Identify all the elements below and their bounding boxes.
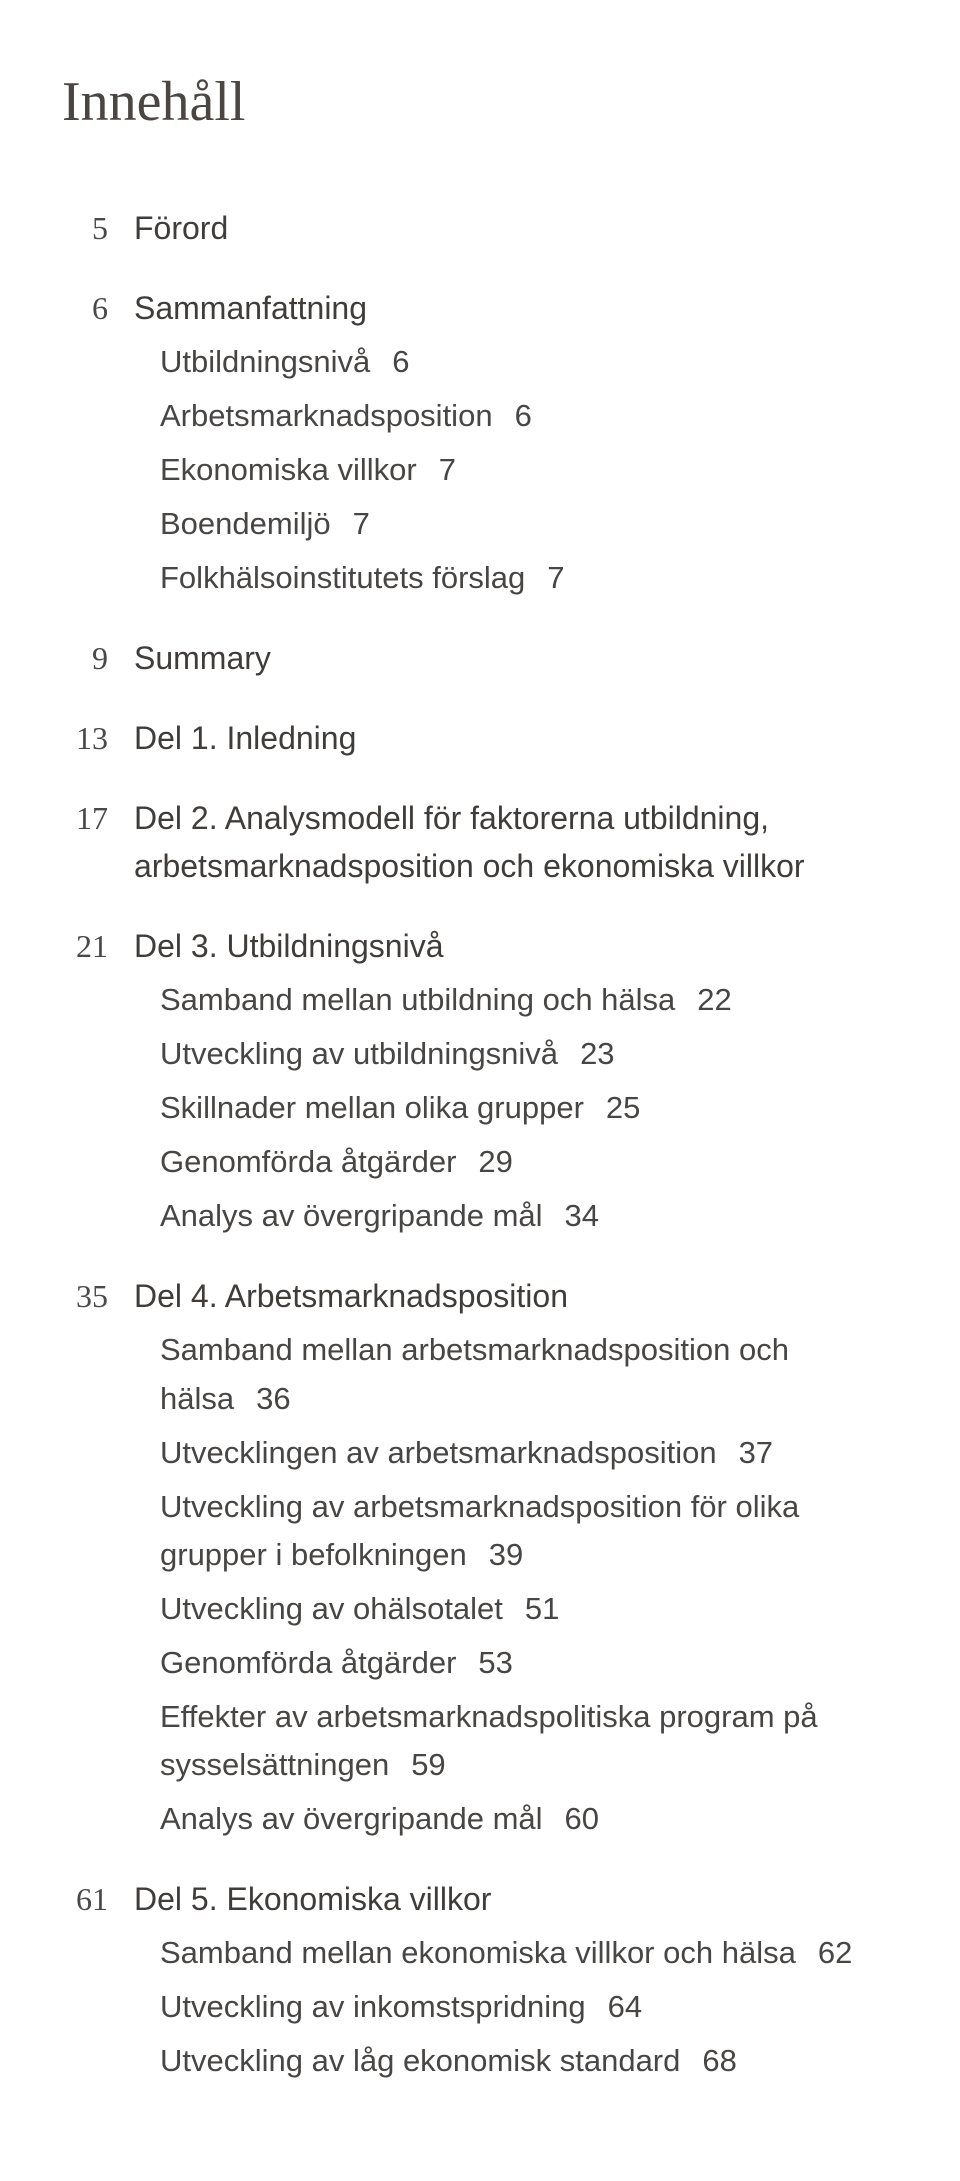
toc-sub-label: Analys av övergripande mål34 [160,1192,900,1240]
toc-row: 5Förord [60,204,900,252]
toc-row: 9Summary [60,634,900,682]
page: Innehåll 5Förord6SammanfattningUtbildnin… [0,0,960,2181]
toc-row: 35Del 4. Arbetsmarknadsposition [60,1272,900,1320]
toc-page-number: 61 [60,1875,134,1923]
toc-sub-label: Utveckling av utbildningsnivå23 [160,1030,900,1078]
toc-sub-label: Skillnader mellan olika grupper25 [160,1084,900,1132]
toc-sub-label: Utvecklingen av arbetsmarknadsposition37 [160,1429,900,1477]
toc-sub-row: Genomförda åtgärder53 [160,1639,900,1687]
toc-sub-label: Samband mellan arbetsmarknadsposition oc… [160,1326,900,1422]
toc-sub-page-number: 7 [353,506,370,541]
toc-sub-row: Utveckling av inkomstspridning64 [160,1983,900,2031]
spacer [60,2085,900,2101]
toc-sub-row: Boendemiljö7 [160,500,900,548]
toc-sub-row: Utveckling av ohälsotalet51 [160,1585,900,1633]
toc-sub-row: Arbetsmarknadsposition6 [160,392,900,440]
toc-sub-label: Utveckling av inkomstspridning64 [160,1983,900,2031]
toc-sub-page-number: 51 [525,1591,559,1626]
toc-sub-page-number: 22 [697,982,731,1017]
toc-sub-row: Samband mellan ekonomiska villkor och hä… [160,1929,900,1977]
toc-page-number: 21 [60,922,134,970]
toc-sub-page-number: 7 [547,560,564,595]
toc-sub-page-number: 6 [515,398,532,433]
toc-row: 13Del 1. Inledning [60,714,900,762]
toc-sub-page-number: 36 [256,1381,290,1416]
spacer [60,602,900,618]
toc-page-number: 13 [60,714,134,762]
toc-sub-row: Ekonomiska villkor7 [160,446,900,494]
toc-sub-row: Analys av övergripande mål34 [160,1192,900,1240]
toc-sub-label: Arbetsmarknadsposition6 [160,392,900,440]
toc-row: 21Del 3. Utbildningsnivå [60,922,900,970]
toc-sub-label: Genomförda åtgärder53 [160,1639,900,1687]
toc-sub-row: Utbildningsnivå6 [160,338,900,386]
toc-sub-page-number: 6 [392,344,409,379]
toc-sub-row: Samband mellan utbildning och hälsa22 [160,976,900,1024]
toc-page-number: 35 [60,1272,134,1320]
toc-sub-row: Samband mellan arbetsmarknadsposition oc… [160,1326,900,1422]
toc-sub-page-number: 53 [478,1645,512,1680]
toc-sub-page-number: 34 [565,1198,599,1233]
toc-page-number: 9 [60,634,134,682]
spacer [60,1240,900,1256]
toc-sub-page-number: 29 [478,1144,512,1179]
toc-sub-page-number: 25 [606,1090,640,1125]
toc-sub-row: Skillnader mellan olika grupper25 [160,1084,900,1132]
toc-sub-page-number: 39 [489,1537,523,1572]
toc-sub-row: Folkhälsoinstitutets förslag7 [160,554,900,602]
page-title: Innehåll [62,70,900,134]
toc-heading: Del 2. Analysmodell för faktorerna utbil… [134,794,900,890]
toc-sub-page-number: 23 [580,1036,614,1071]
toc-sub-row: Utveckling av låg ekonomisk standard68 [160,2037,900,2085]
toc-page-number: 5 [60,204,134,252]
toc-sub-page-number: 64 [608,1989,642,2024]
toc-sub-row: Analys av övergripande mål60 [160,1795,900,1843]
toc-page-number: 6 [60,284,134,332]
spacer [60,252,900,268]
toc-sub-label: Utveckling av arbetsmarknadsposition för… [160,1483,900,1579]
toc-sub-label: Utveckling av ohälsotalet51 [160,1585,900,1633]
toc-heading: Del 4. Arbetsmarknadsposition [134,1272,900,1320]
toc-page-number: 17 [60,794,134,842]
toc-sub-page-number: 37 [739,1435,773,1470]
toc-sub-page-number: 62 [818,1935,852,1970]
toc-sub-page-number: 68 [702,2043,736,2078]
toc-sub-row: Utvecklingen av arbetsmarknadsposition37 [160,1429,900,1477]
toc-row: 17Del 2. Analysmodell för faktorerna utb… [60,794,900,890]
toc-sub-label: Utbildningsnivå6 [160,338,900,386]
toc-sub-label: Ekonomiska villkor7 [160,446,900,494]
toc-sub-label: Utveckling av låg ekonomisk standard68 [160,2037,900,2085]
toc-sub-label: Samband mellan ekonomiska villkor och hä… [160,1929,900,1977]
toc-heading: Summary [134,634,900,682]
toc-heading: Förord [134,204,900,252]
toc-sub-label: Analys av övergripande mål60 [160,1795,900,1843]
spacer [60,762,900,778]
toc-heading: Del 1. Inledning [134,714,900,762]
toc-sub-page-number: 59 [411,1747,445,1782]
spacer [60,1843,900,1859]
spacer [60,682,900,698]
toc-sub-page-number: 60 [565,1801,599,1836]
toc-heading: Del 5. Ekonomiska villkor [134,1875,900,1923]
toc-sub-label: Effekter av arbetsmarknadspolitiska prog… [160,1693,900,1789]
toc-heading: Sammanfattning [134,284,900,332]
toc-sub-row: Utveckling av utbildningsnivå23 [160,1030,900,1078]
spacer [60,890,900,906]
toc-sub-label: Samband mellan utbildning och hälsa22 [160,976,900,1024]
toc-sub-row: Genomförda åtgärder29 [160,1138,900,1186]
toc-sub-label: Folkhälsoinstitutets förslag7 [160,554,900,602]
table-of-contents: 5Förord6SammanfattningUtbildningsnivå6Ar… [60,204,900,2101]
toc-sub-label: Genomförda åtgärder29 [160,1138,900,1186]
toc-sub-row: Effekter av arbetsmarknadspolitiska prog… [160,1693,900,1789]
toc-row: 61Del 5. Ekonomiska villkor [60,1875,900,1923]
toc-sub-label: Boendemiljö7 [160,500,900,548]
toc-sub-page-number: 7 [439,452,456,487]
toc-row: 6Sammanfattning [60,284,900,332]
toc-heading: Del 3. Utbildningsnivå [134,922,900,970]
toc-sub-row: Utveckling av arbetsmarknadsposition för… [160,1483,900,1579]
